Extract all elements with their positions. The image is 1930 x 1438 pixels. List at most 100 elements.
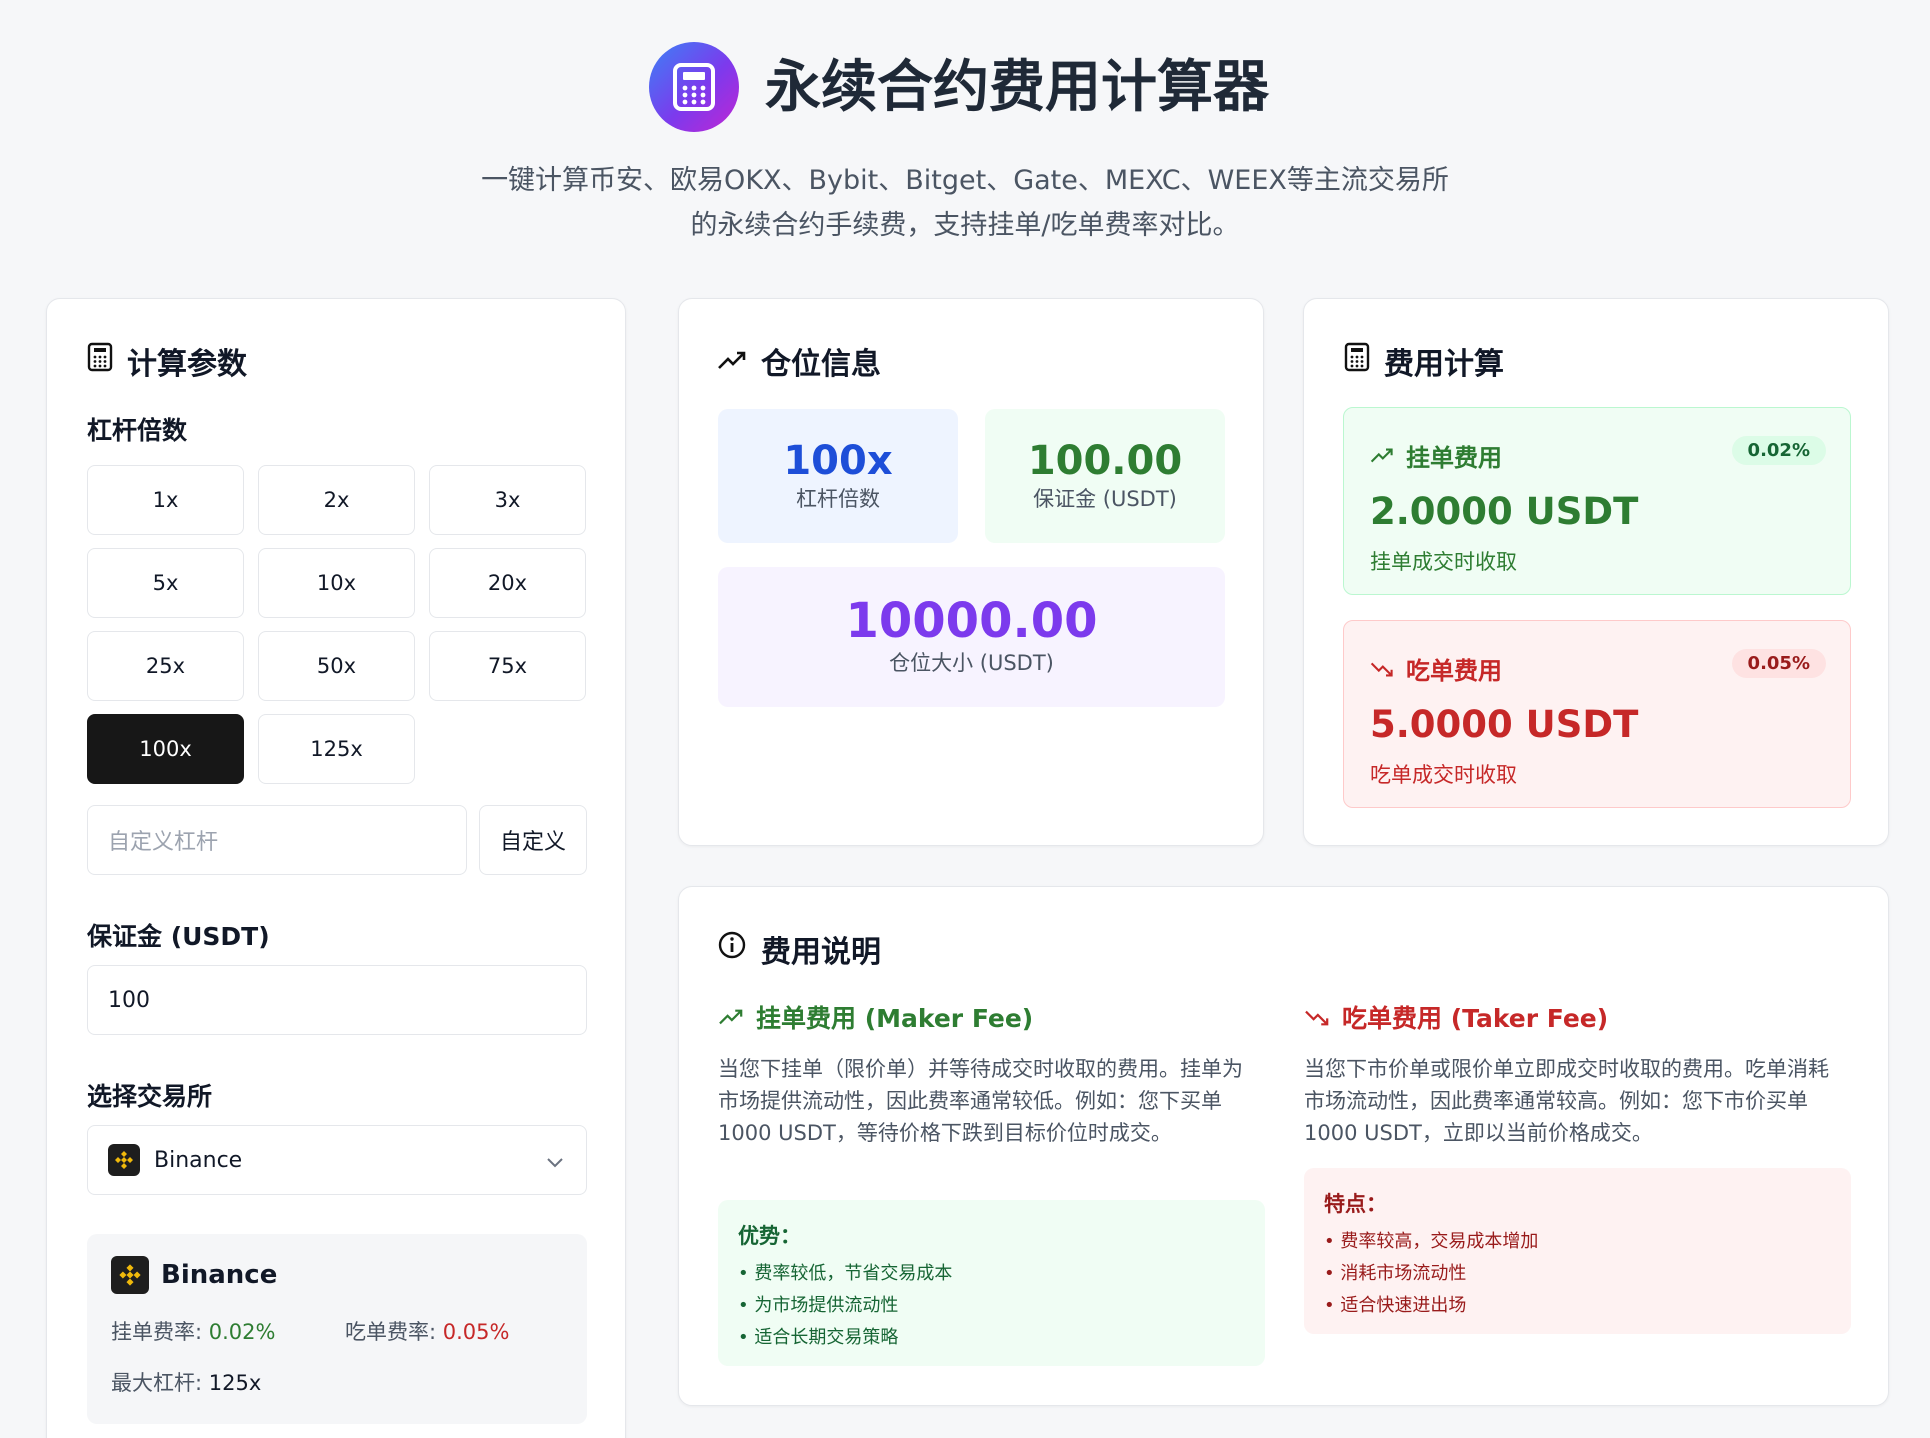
maker-explain-heading-text: 挂单费用 (Maker Fee)	[756, 1004, 1034, 1033]
taker-rate-value: 0.05%	[442, 1320, 510, 1344]
page-title: 永续合约费用计算器	[765, 55, 1269, 120]
list-item-text: 费率较高，交易成本增加	[1340, 1231, 1539, 1252]
leverage-label: 杠杆倍数	[87, 416, 188, 445]
position-size-value: 10000.00	[845, 593, 1098, 649]
calculator-icon	[87, 342, 113, 380]
list-item: • 适合快速进出场	[1324, 1295, 1467, 1316]
maker-fee-note: 挂单成交时收取	[1370, 550, 1517, 574]
exchange-info-name: Binance	[161, 1260, 278, 1290]
position-card-title: 仓位信息	[717, 339, 881, 383]
calculator-icon	[1344, 342, 1370, 380]
trending-down-icon	[1370, 655, 1394, 683]
maker-fee-label: 挂单费用	[1406, 444, 1502, 472]
subtitle-line-2: 的永续合约手续费，支持挂单/吃单费率对比。	[690, 210, 1240, 241]
info-icon	[717, 930, 747, 968]
list-item: • 为市场提供流动性	[738, 1295, 899, 1316]
binance-logo-icon	[108, 1144, 140, 1176]
list-item-text: 费率较低，节省交易成本	[754, 1263, 953, 1284]
fees-card-title: 费用计算	[1344, 339, 1504, 383]
margin-label: 保证金 (USDT)	[87, 922, 270, 951]
taker-fee-box: 吃单费用 0.05% 5.0000 USDT 吃单成交时收取	[1343, 620, 1851, 808]
trending-up-icon	[718, 1003, 744, 1032]
taker-fee-header: 吃单费用	[1370, 651, 1502, 686]
list-item: • 消耗市场流动性	[1324, 1263, 1467, 1284]
leverage-stat-value: 100x	[783, 438, 893, 484]
binance-logo-icon	[111, 1256, 149, 1294]
params-card-title: 计算参数	[87, 339, 247, 383]
custom-leverage-input[interactable]: 自定义杠杆	[87, 805, 467, 875]
list-item: • 费率较低，节省交易成本	[738, 1263, 953, 1284]
list-item: • 费率较高，交易成本增加	[1324, 1231, 1539, 1252]
leverage-option-1x[interactable]: 1x	[87, 465, 244, 535]
fees-title-text: 费用计算	[1384, 347, 1504, 382]
taker-features-title: 特点：	[1324, 1192, 1387, 1216]
leverage-option-100x[interactable]: 100x	[87, 714, 244, 784]
fees-card: 费用计算 挂单费用 0.02% 2.0000 USDT 挂单成交时收取 吃单费用…	[1303, 298, 1889, 846]
taker-features-box: 特点： • 费率较高，交易成本增加 • 消耗市场流动性 • 适合快速进出场	[1304, 1168, 1851, 1334]
leverage-option-10x[interactable]: 10x	[258, 548, 415, 618]
trending-up-icon	[1370, 442, 1394, 470]
params-card: 计算参数 杠杆倍数 1x 2x 3x 5x 10x 20x 25x 50x 75…	[46, 298, 626, 1438]
exchange-info-panel: Binance 挂单费率: 0.02% 吃单费率: 0.05% 最大杠杆: 12…	[87, 1234, 587, 1424]
calculator-logo-icon	[649, 42, 739, 132]
page-subtitle: 一键计算币安、欧易OKX、Bybit、Bitget、Gate、MEXC、WEEX…	[0, 158, 1930, 248]
leverage-option-2x[interactable]: 2x	[258, 465, 415, 535]
leverage-option-20x[interactable]: 20x	[429, 548, 586, 618]
taker-explain-heading: 吃单费用 (Taker Fee)	[1304, 999, 1608, 1035]
exchange-max-leverage: 最大杠杆: 125x	[111, 1367, 261, 1397]
chevron-down-icon	[546, 1150, 564, 1175]
exchange-info-header: Binance	[111, 1256, 277, 1294]
page-header: 永续合约费用计算器 一键计算币安、欧易OKX、Bybit、Bitget、Gate…	[0, 0, 1930, 270]
exchange-label: 选择交易所	[87, 1082, 213, 1111]
taker-explain-text: 当您下市价单或限价单立即成交时收取的费用。吃单消耗市场流动性，因此费率通常较高。…	[1304, 1057, 1829, 1145]
exchange-maker-rate: 挂单费率: 0.02%	[111, 1316, 275, 1346]
maker-rate-value: 0.02%	[208, 1320, 276, 1344]
max-leverage-label: 最大杠杆:	[111, 1371, 209, 1395]
leverage-stat: 100x 杠杆倍数	[718, 409, 958, 543]
taker-fee-note: 吃单成交时收取	[1370, 763, 1517, 787]
leverage-option-75x[interactable]: 75x	[429, 631, 586, 701]
taker-fee-label: 吃单费用	[1406, 657, 1502, 685]
maker-fee-header: 挂单费用	[1370, 438, 1502, 473]
list-item-text: 适合快速进出场	[1340, 1295, 1467, 1316]
leverage-option-5x[interactable]: 5x	[87, 548, 244, 618]
exchange-selected-value: Binance	[154, 1147, 243, 1173]
maker-rate-label: 挂单费率:	[111, 1320, 209, 1344]
leverage-option-25x[interactable]: 25x	[87, 631, 244, 701]
list-item-text: 适合长期交易策略	[754, 1327, 899, 1348]
list-item: • 适合长期交易策略	[738, 1327, 899, 1348]
leverage-option-125x[interactable]: 125x	[258, 714, 415, 784]
maker-explain-heading: 挂单费用 (Maker Fee)	[718, 999, 1033, 1035]
margin-stat: 100.00 保证金 (USDT)	[985, 409, 1225, 543]
maker-rate-badge: 0.02%	[1731, 436, 1826, 465]
position-card: 仓位信息 100x 杠杆倍数 100.00 保证金 (USDT) 10000.0…	[678, 298, 1264, 846]
list-item-text: 消耗市场流动性	[1340, 1263, 1467, 1284]
taker-rate-label: 吃单费率:	[345, 1320, 443, 1344]
position-size-caption: 仓位大小 (USDT)	[889, 651, 1054, 675]
leverage-option-3x[interactable]: 3x	[429, 465, 586, 535]
taker-fee-value: 5.0000 USDT	[1370, 703, 1639, 746]
explain-card-title: 费用说明	[717, 927, 881, 971]
leverage-option-50x[interactable]: 50x	[258, 631, 415, 701]
margin-stat-value: 100.00	[1027, 438, 1183, 484]
custom-leverage-button[interactable]: 自定义	[479, 805, 587, 875]
maker-fee-box: 挂单费用 0.02% 2.0000 USDT 挂单成交时收取	[1343, 407, 1851, 595]
taker-rate-badge: 0.05%	[1731, 649, 1826, 678]
maker-explain-text: 当您下挂单（限价单）并等待成交时收取的费用。挂单为市场提供流动性，因此费率通常较…	[718, 1057, 1243, 1145]
list-item-text: 为市场提供流动性	[754, 1295, 899, 1316]
margin-input[interactable]: 100	[87, 965, 587, 1035]
maker-advantages-title: 优势：	[738, 1224, 801, 1248]
subtitle-line-1: 一键计算币安、欧易OKX、Bybit、Bitget、Gate、MEXC、WEEX…	[481, 165, 1449, 196]
trending-down-icon	[1304, 1003, 1330, 1032]
trending-up-icon	[717, 344, 747, 379]
maker-fee-value: 2.0000 USDT	[1370, 490, 1639, 533]
exchange-select[interactable]: Binance	[87, 1125, 587, 1195]
explain-title-text: 费用说明	[761, 935, 881, 970]
taker-explain-heading-text: 吃单费用 (Taker Fee)	[1342, 1004, 1609, 1033]
position-size-stat: 10000.00 仓位大小 (USDT)	[718, 567, 1225, 707]
params-title-text: 计算参数	[127, 347, 247, 382]
margin-stat-caption: 保证金 (USDT)	[1033, 487, 1177, 511]
leverage-stat-caption: 杠杆倍数	[796, 487, 880, 511]
maker-advantages-box: 优势： • 费率较低，节省交易成本 • 为市场提供流动性 • 适合长期交易策略	[718, 1200, 1265, 1366]
max-leverage-value: 125x	[208, 1371, 262, 1395]
